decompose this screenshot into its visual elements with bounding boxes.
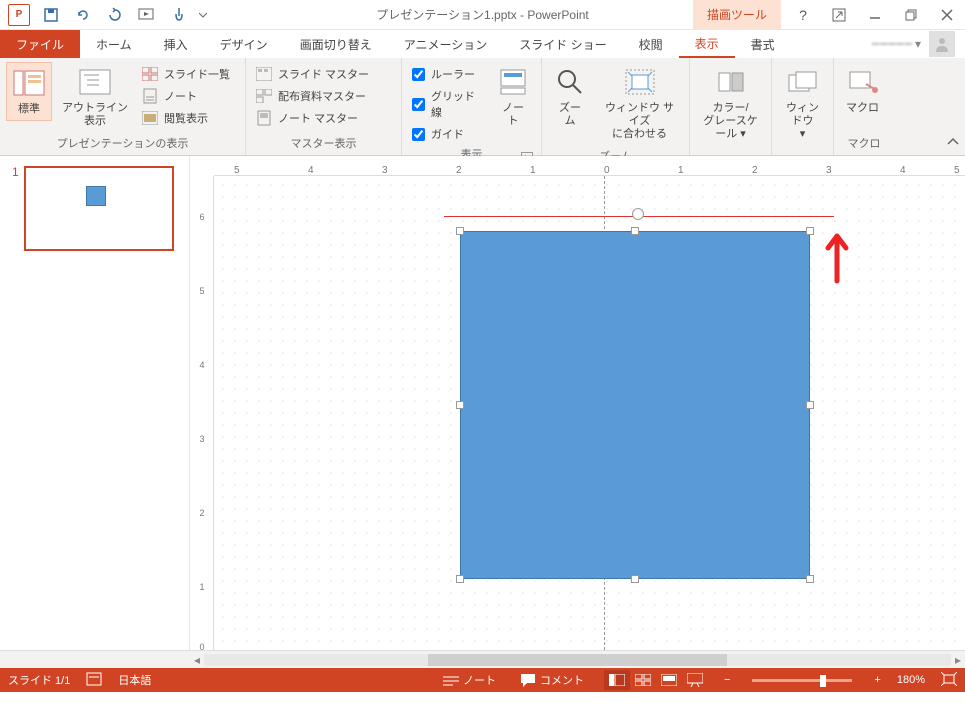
title-bar: P プレゼンテーション1.pptx - PowerPoint 描画ツール ? xyxy=(0,0,965,30)
tab-transitions[interactable]: 画面切り替え xyxy=(284,30,388,58)
signin-area[interactable]: ━━━━━ xyxy=(872,37,913,51)
thumbnail-shape-icon xyxy=(86,186,106,206)
notes-toggle[interactable]: ノート xyxy=(439,672,500,688)
zoom-percent[interactable]: 180% xyxy=(897,674,925,686)
resize-handle-s[interactable] xyxy=(631,575,639,583)
slideshow-status-button[interactable] xyxy=(682,670,708,690)
zoom-in-button[interactable]: + xyxy=(874,674,880,686)
guides-checkbox[interactable]: ガイド xyxy=(408,124,487,144)
window-title: プレゼンテーション1.pptx - PowerPoint xyxy=(376,6,588,23)
slide-master-button[interactable]: スライド マスター xyxy=(252,64,373,84)
spellcheck-icon[interactable] xyxy=(86,672,102,689)
zoom-slider-handle[interactable] xyxy=(820,675,826,687)
workspace: 1 5 4 3 2 1 0 1 2 3 4 5 6 5 4 3 2 1 0 xyxy=(0,156,965,650)
slide-thumbnail-1[interactable]: 1 xyxy=(24,166,174,251)
horizontal-scrollbar[interactable] xyxy=(204,654,951,666)
help-button[interactable]: ? xyxy=(785,1,821,29)
macros-button[interactable]: マクロ xyxy=(840,62,885,119)
view-buttons xyxy=(604,670,708,690)
group-show: ルーラー グリッド線 ガイド ノート 表示↘ xyxy=(402,58,542,155)
start-slideshow-button[interactable] xyxy=(132,2,162,28)
vertical-ruler[interactable]: 6 5 4 3 2 1 0 xyxy=(190,176,214,650)
notes-pane-button[interactable]: ノート xyxy=(491,62,535,132)
slide-counter[interactable]: スライド 1/1 xyxy=(8,672,70,688)
resize-handle-nw[interactable] xyxy=(456,227,464,235)
close-button[interactable] xyxy=(929,1,965,29)
app-icon[interactable]: P xyxy=(4,2,34,28)
group-color: カラー/ グレースケール ▾ xyxy=(690,58,772,155)
resize-handle-n[interactable] xyxy=(631,227,639,235)
gridlines-checkbox[interactable]: グリッド線 xyxy=(408,86,487,122)
notes-master-button[interactable]: ノート マスター xyxy=(252,108,373,128)
rotation-handle[interactable] xyxy=(632,208,644,220)
tab-file[interactable]: ファイル xyxy=(0,30,80,58)
tab-review[interactable]: 校閲 xyxy=(623,30,679,58)
ribbon: 標準 アウトライン 表示 スライド一覧 ノート 閲覧表示 プレゼンテーションの表… xyxy=(0,58,965,156)
annotation-arrow xyxy=(822,226,852,294)
restore-button[interactable] xyxy=(893,1,929,29)
reading-view-button[interactable]: 閲覧表示 xyxy=(138,108,234,128)
group-label-macros: マクロ xyxy=(840,133,888,155)
minimize-button[interactable] xyxy=(857,1,893,29)
reading-view-status-button[interactable] xyxy=(656,670,682,690)
sorter-view-status-button[interactable] xyxy=(630,670,656,690)
tab-insert[interactable]: 挿入 xyxy=(148,30,204,58)
resize-handle-w[interactable] xyxy=(456,401,464,409)
qat-dropdown[interactable] xyxy=(196,2,210,28)
drawing-tools-label: 描画ツール xyxy=(693,0,781,30)
window-menu-button[interactable]: ウィンドウ▾ xyxy=(778,62,827,146)
comments-toggle[interactable]: コメント xyxy=(516,672,588,688)
ruler-checkbox[interactable]: ルーラー xyxy=(408,64,487,84)
zoom-slider[interactable] xyxy=(752,679,852,682)
tab-animations[interactable]: アニメーション xyxy=(388,30,504,58)
save-button[interactable] xyxy=(36,2,66,28)
group-label-views: プレゼンテーションの表示 xyxy=(6,133,239,155)
language-indicator[interactable]: 日本語 xyxy=(118,672,151,688)
normal-view-status-button[interactable] xyxy=(604,670,630,690)
zoom-out-button[interactable]: − xyxy=(724,674,730,686)
user-avatar[interactable] xyxy=(929,31,955,57)
quick-access-toolbar: P xyxy=(0,2,210,28)
resize-handle-se[interactable] xyxy=(806,575,814,583)
group-macros: マクロ マクロ xyxy=(834,58,894,155)
group-window: ウィンドウ▾ xyxy=(772,58,834,155)
resize-handle-ne[interactable] xyxy=(806,227,814,235)
fit-slide-button[interactable] xyxy=(941,672,957,689)
scroll-right-button[interactable]: ▸ xyxy=(951,651,965,669)
notes-page-button[interactable]: ノート xyxy=(138,86,234,106)
status-bar: スライド 1/1 日本語 ノート コメント − + 180% xyxy=(0,668,965,692)
slide-canvas-area: 5 4 3 2 1 0 1 2 3 4 5 6 5 4 3 2 1 0 xyxy=(190,156,965,650)
rectangle-shape[interactable] xyxy=(460,231,810,579)
tab-design[interactable]: デザイン xyxy=(204,30,284,58)
handout-master-button[interactable]: 配布資料マスター xyxy=(252,86,373,106)
group-presentation-views: 標準 アウトライン 表示 スライド一覧 ノート 閲覧表示 プレゼンテーションの表… xyxy=(0,58,246,155)
slide-thumbnail-pane[interactable]: 1 xyxy=(0,156,190,650)
tab-view[interactable]: 表示 xyxy=(679,30,735,58)
group-zoom: ズーム ウィンドウ サイズ に合わせる ズーム xyxy=(542,58,690,155)
scroll-left-button[interactable]: ◂ xyxy=(190,651,204,669)
normal-view-button[interactable]: 標準 xyxy=(6,62,52,121)
slide-number: 1 xyxy=(12,165,19,179)
zoom-button[interactable]: ズーム xyxy=(548,62,592,132)
touch-mode-button[interactable] xyxy=(164,2,194,28)
resize-handle-e[interactable] xyxy=(806,401,814,409)
tab-slideshow[interactable]: スライド ショー xyxy=(503,30,622,58)
redo-button[interactable] xyxy=(100,2,130,28)
tab-format[interactable]: 書式 xyxy=(735,30,791,58)
group-label-master: マスター表示 xyxy=(252,133,395,155)
slide-sorter-button[interactable]: スライド一覧 xyxy=(138,64,234,84)
undo-button[interactable] xyxy=(68,2,98,28)
ribbon-tabs: ファイル ホーム 挿入 デザイン 画面切り替え アニメーション スライド ショー… xyxy=(0,30,965,58)
color-grayscale-button[interactable]: カラー/ グレースケール ▾ xyxy=(696,62,765,146)
outline-view-button[interactable]: アウトライン 表示 xyxy=(56,62,134,132)
group-master-views: スライド マスター 配布資料マスター ノート マスター マスター表示 xyxy=(246,58,402,155)
resize-handle-sw[interactable] xyxy=(456,575,464,583)
collapse-ribbon-button[interactable] xyxy=(947,136,959,151)
ribbon-display-options[interactable] xyxy=(821,1,857,29)
slide-canvas[interactable] xyxy=(214,176,965,650)
horizontal-ruler[interactable]: 5 4 3 2 1 0 1 2 3 4 5 xyxy=(214,156,965,176)
fit-to-window-button[interactable]: ウィンドウ サイズ に合わせる xyxy=(596,62,683,146)
tab-home[interactable]: ホーム xyxy=(80,30,148,58)
